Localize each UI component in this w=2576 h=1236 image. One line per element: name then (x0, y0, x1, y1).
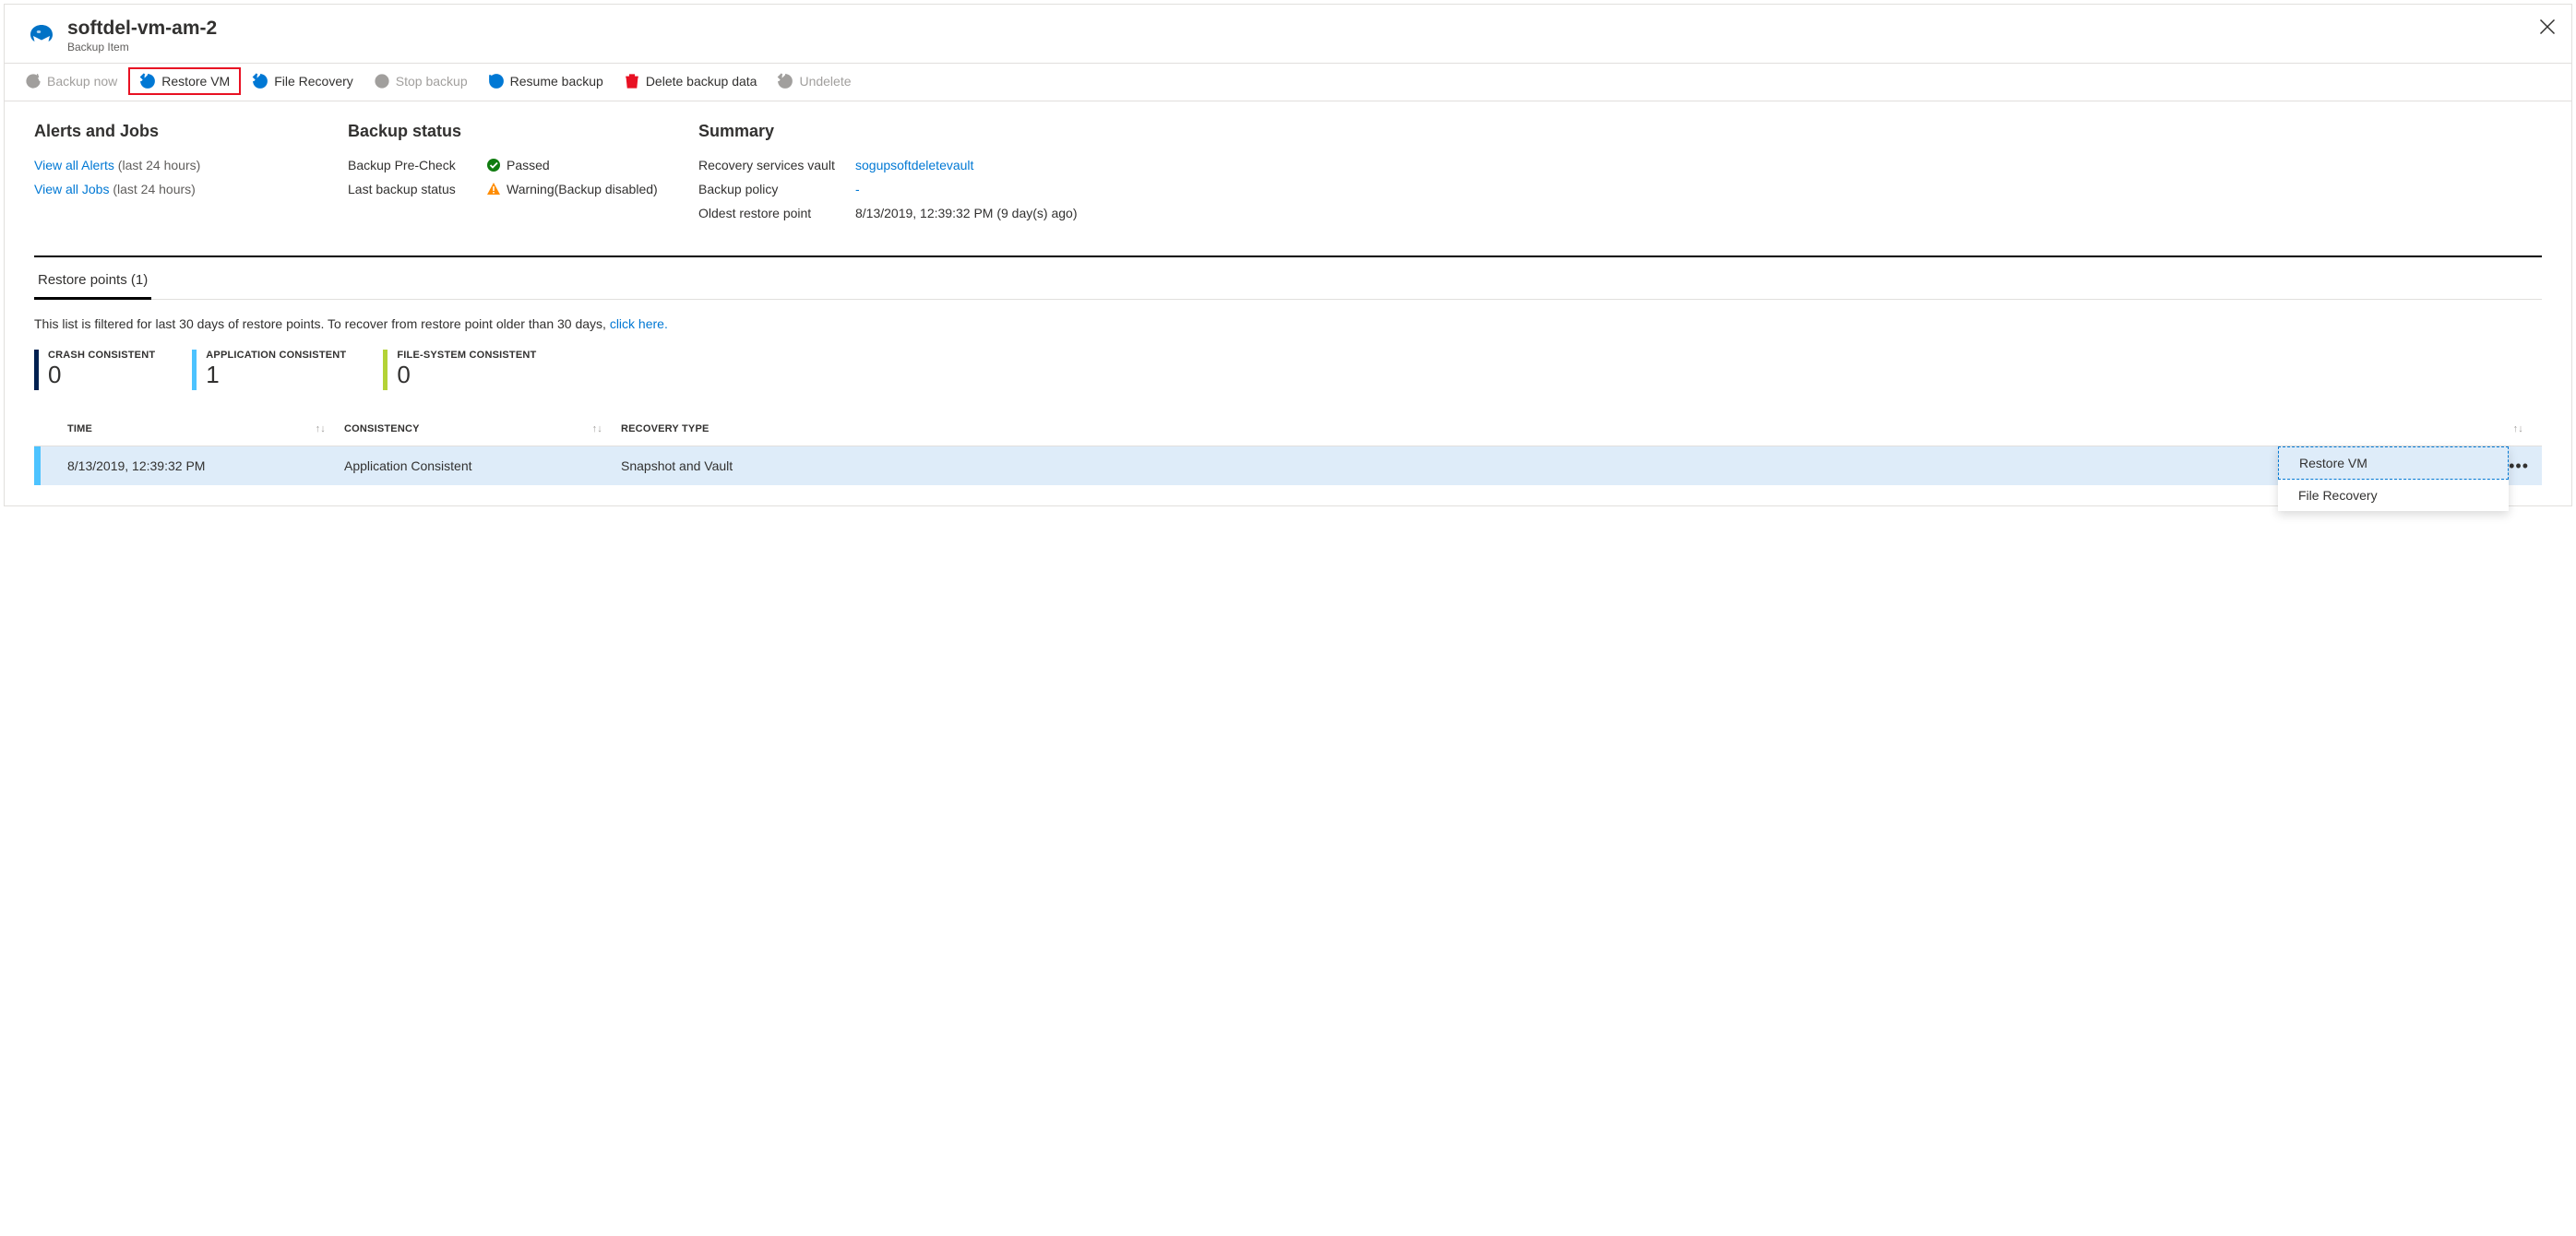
view-all-alerts-link[interactable]: View all Alerts (34, 158, 114, 172)
restore-points-tabs: Restore points (1) (34, 263, 2542, 300)
oldest-restore-label: Oldest restore point (698, 206, 855, 220)
warning-icon (486, 182, 501, 196)
consistency-counters: CRASH CONSISTENT 0 APPLICATION CONSISTEN… (34, 350, 2542, 390)
column-recovery-type[interactable]: RECOVERY TYPE ↑↓ (621, 423, 2542, 434)
backup-icon (25, 73, 42, 89)
sort-icon: ↑↓ (316, 423, 326, 434)
page-subtitle: Backup Item (67, 41, 217, 53)
sort-icon: ↑↓ (2513, 423, 2523, 434)
oldest-restore-value: 8/13/2019, 12:39:32 PM (9 day(s) ago) (855, 206, 1077, 220)
row-accent (34, 446, 41, 485)
alerts-jobs-section: Alerts and Jobs View all Alerts (last 24… (34, 122, 311, 230)
precheck-value: Passed (507, 158, 550, 172)
column-consistency[interactable]: CONSISTENCY ↑↓ (344, 423, 621, 434)
backup-status-section: Backup status Backup Pre-Check Passed La… (348, 122, 662, 230)
stop-backup-button: Stop backup (374, 73, 468, 89)
menu-restore-vm[interactable]: Restore VM (2278, 446, 2509, 480)
undo-icon (777, 73, 793, 89)
close-icon (2538, 18, 2557, 36)
tab-restore-points[interactable]: Restore points (1) (34, 263, 151, 300)
summary-section: Summary Recovery services vault sogupsof… (698, 122, 2542, 230)
sort-icon: ↑↓ (592, 423, 602, 434)
command-bar: Backup now Restore VM File Recovery Stop… (5, 63, 2571, 101)
recovery-services-icon (25, 19, 58, 53)
click-here-link[interactable]: click here. (610, 316, 668, 331)
backup-now-button: Backup now (25, 73, 117, 89)
cell-recovery-type: Snapshot and Vault (621, 458, 2542, 473)
restore-points-header: TIME ↑↓ CONSISTENCY ↑↓ RECOVERY TYPE ↑↓ (34, 412, 2542, 446)
section-title: Alerts and Jobs (34, 122, 311, 141)
stop-icon (374, 73, 390, 89)
counter-bar (34, 350, 39, 390)
counter-file-system-consistent: FILE-SYSTEM CONSISTENT 0 (383, 350, 536, 390)
filter-note: This list is filtered for last 30 days o… (34, 316, 2542, 331)
counter-application-consistent: APPLICATION CONSISTENT 1 (192, 350, 346, 390)
refresh-icon (488, 73, 505, 89)
policy-link[interactable]: - (855, 182, 860, 196)
undo-icon (252, 73, 268, 89)
restore-vm-button[interactable]: Restore VM (128, 67, 241, 95)
view-all-jobs-link[interactable]: View all Jobs (34, 182, 109, 196)
view-jobs-suffix: (last 24 hours) (113, 182, 195, 196)
precheck-label: Backup Pre-Check (348, 158, 486, 172)
content-area: Alerts and Jobs View all Alerts (last 24… (5, 101, 2571, 505)
row-context-menu: Restore VM File Recovery (2278, 446, 2509, 511)
cell-time: 8/13/2019, 12:39:32 PM (67, 458, 344, 473)
divider (34, 256, 2542, 257)
restore-point-row[interactable]: 8/13/2019, 12:39:32 PM Application Consi… (34, 446, 2542, 485)
column-time[interactable]: TIME ↑↓ (67, 423, 344, 434)
cell-consistency: Application Consistent (344, 458, 621, 473)
last-backup-value: Warning(Backup disabled) (507, 182, 658, 196)
close-button[interactable] (2538, 18, 2557, 39)
file-recovery-button[interactable]: File Recovery (252, 73, 353, 89)
section-title: Summary (698, 122, 2542, 141)
backup-item-blade: softdel-vm-am-2 Backup Item Backup now R… (4, 4, 2572, 506)
undo-icon (139, 73, 156, 89)
section-title: Backup status (348, 122, 662, 141)
counter-bar (383, 350, 388, 390)
counter-bar (192, 350, 197, 390)
counter-crash-consistent: CRASH CONSISTENT 0 (34, 350, 155, 390)
vault-label: Recovery services vault (698, 158, 855, 172)
policy-label: Backup policy (698, 182, 855, 196)
row-more-button[interactable]: ••• (2509, 457, 2529, 476)
blade-header: softdel-vm-am-2 Backup Item (5, 5, 2571, 63)
undelete-button: Undelete (777, 73, 851, 89)
success-icon (486, 158, 501, 172)
view-alerts-suffix: (last 24 hours) (118, 158, 200, 172)
menu-file-recovery[interactable]: File Recovery (2278, 480, 2509, 511)
trash-icon (624, 73, 640, 89)
last-backup-label: Last backup status (348, 182, 486, 196)
vault-link[interactable]: sogupsoftdeletevault (855, 158, 973, 172)
info-columns: Alerts and Jobs View all Alerts (last 24… (34, 122, 2542, 230)
delete-backup-data-button[interactable]: Delete backup data (624, 73, 757, 89)
page-title: softdel-vm-am-2 (67, 18, 217, 40)
resume-backup-button[interactable]: Resume backup (488, 73, 603, 89)
